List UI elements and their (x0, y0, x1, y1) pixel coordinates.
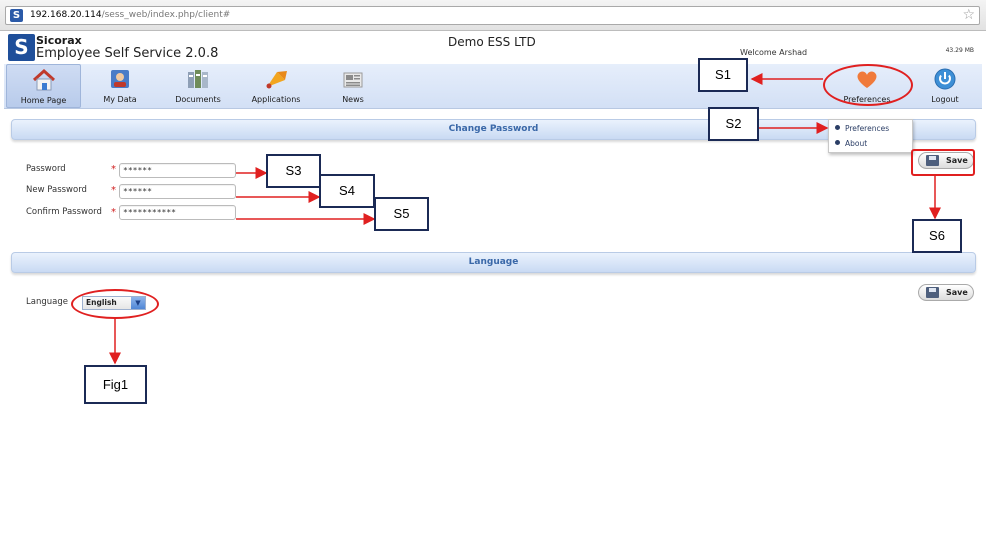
annotation-label-s2: S2 (708, 107, 759, 141)
annotation-arrows (109, 73, 941, 365)
annotation-label-fig1: Fig1 (84, 365, 147, 404)
annotation-label-s4: S4 (319, 174, 375, 208)
annotation-label-s6: S6 (912, 219, 962, 253)
annotation-label-s5: S5 (374, 197, 429, 231)
annotation-label-s1: S1 (698, 58, 748, 92)
annotation-label-s3: S3 (266, 154, 321, 188)
